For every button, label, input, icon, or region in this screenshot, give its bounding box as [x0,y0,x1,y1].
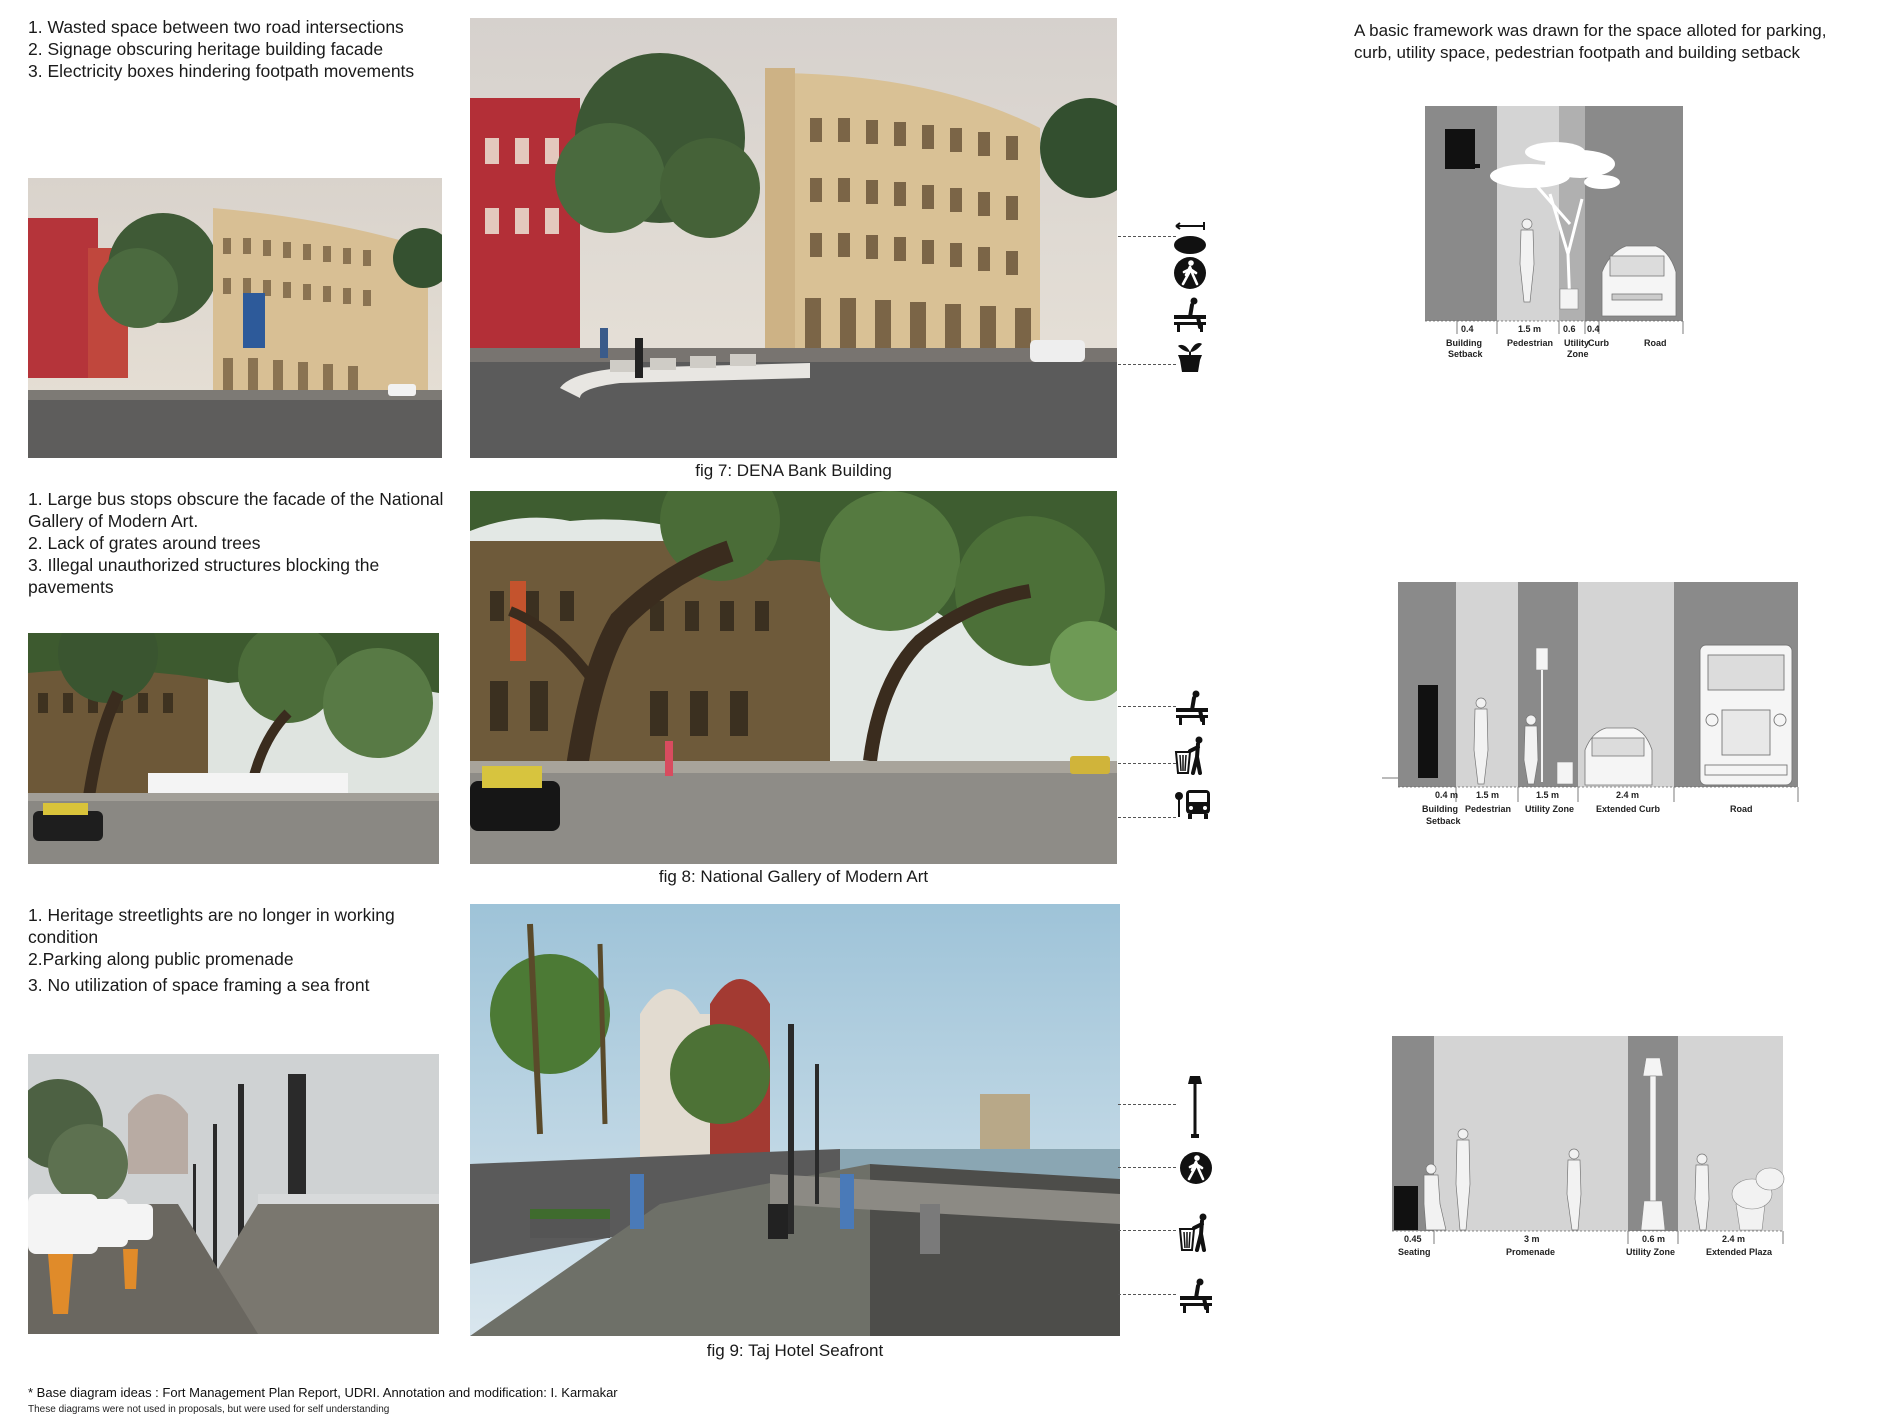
fig8-caption: fig 8: National Gallery of Modern Art [658,867,929,886]
dim-label: 2.4 m [1722,1234,1745,1244]
zone-label: Setback [1426,816,1462,826]
zone-label: Curb [1588,338,1609,348]
framework-description: A basic framework was drawn for the spac… [1354,20,1826,64]
note-line: 2. Lack of grates around trees [28,533,261,553]
street-section-diagram-2: 0.4 m 1.5 m 1.5 m 2.4 m Building Setback… [1370,580,1830,860]
section2-notes: 1. Large bus stops obscure the facade of… [28,488,443,598]
zone-label: Promenade [1506,1247,1555,1257]
note-line: 3. Electricity boxes hindering footpath … [28,61,415,81]
leader-line [1118,1167,1176,1168]
note-line: 1. Large bus stops obscure the facade of… [28,489,444,509]
footer-note: These diagrams were not used in proposal… [28,1404,390,1415]
photo-dena-bank-small [28,178,442,458]
note-line: 3. Illegal unauthorized structures block… [28,555,380,575]
signage-icon [1170,218,1210,258]
pedestrian-crossing-icon [1176,1148,1216,1188]
leader-line [1118,1230,1176,1231]
photo-taj-seafront-small [28,1054,439,1334]
zone-label: Utility Zone [1525,804,1574,814]
leader-line [1118,1294,1176,1295]
street-section-diagram-1: 0.4 1.5 m 0.6 0.4 Building Setback Pedes… [1420,104,1760,364]
framework-line: curb, utility space, pedestrian footpath… [1354,43,1801,62]
dim-label: 0.4 [1461,324,1474,334]
dim-label: 0.45 [1404,1234,1422,1244]
dim-label: 2.4 m [1616,790,1639,800]
bus-stop-icon [1172,782,1212,822]
photo-taj-seafront-large [470,904,1120,1336]
street-section-diagram-3: 0.45 3 m 0.6 m 2.4 m Seating Promenade U… [1380,1034,1800,1274]
leader-line [1118,706,1176,707]
dim-label: 0.6 [1563,324,1576,334]
bench-icon [1170,295,1210,335]
zone-label: Road [1644,338,1667,348]
note-line: Gallery of Modern Art. [28,511,199,531]
zone-label: Building [1422,804,1458,814]
leader-line [1118,364,1176,365]
note-line: 3. No utilization of space framing a sea… [28,975,370,995]
dim-label: 0.4 [1587,324,1600,334]
dustbin-icon [1172,735,1212,775]
dim-label: 1.5 m [1476,790,1499,800]
planter-icon [1170,334,1210,374]
note-line: condition [28,927,99,947]
framework-line: A basic framework was drawn for the spac… [1354,21,1827,40]
zone-label: Extended Curb [1596,804,1661,814]
photo-ngma-large [470,491,1117,864]
leader-line [1118,763,1176,764]
zone-label: Building [1446,338,1482,348]
pedestrian-crossing-icon [1170,253,1210,293]
bench-icon [1172,688,1212,728]
leader-line [1118,1104,1176,1105]
zone-label: Extended Plaza [1706,1247,1773,1257]
note-line: 2. Signage obscuring heritage building f… [28,39,384,59]
zone-label: Pedestrian [1465,804,1511,814]
leader-line [1118,236,1176,237]
photo-ngma-small [28,633,439,864]
section1-notes: 1. Wasted space between two road interse… [28,16,414,82]
section3-notes: 1. Heritage streetlights are no longer i… [28,904,395,996]
note-line: 1. Wasted space between two road interse… [28,17,404,37]
dim-label: 1.5 m [1518,324,1541,334]
zone-label: Seating [1398,1247,1431,1257]
zone-label: Zone [1567,349,1589,359]
zone-label: Setback [1448,349,1484,359]
note-line: 1. Heritage streetlights are no longer i… [28,905,395,925]
streetlight-icon [1175,1074,1215,1140]
dim-label: 1.5 m [1536,790,1559,800]
dim-label: 0.4 m [1435,790,1458,800]
note-line: pavements [28,577,114,597]
fig9-caption: fig 9: Taj Hotel Seafront [706,1341,884,1360]
zone-label: Pedestrian [1507,338,1553,348]
zone-label: Utility [1564,338,1589,348]
dim-label: 0.6 m [1642,1234,1665,1244]
fig7-caption: fig 7: DENA Bank Building [695,461,892,480]
footer-credit: * Base diagram ideas : Fort Management P… [28,1385,618,1400]
note-line: 2.Parking along public promenade [28,949,294,969]
leader-line [1118,817,1176,818]
zone-label: Utility Zone [1626,1247,1675,1257]
photo-dena-bank-large [470,18,1117,458]
dustbin-icon [1176,1212,1216,1252]
bench-icon [1176,1276,1216,1316]
zone-label: Road [1730,804,1753,814]
dim-label: 3 m [1524,1234,1540,1244]
